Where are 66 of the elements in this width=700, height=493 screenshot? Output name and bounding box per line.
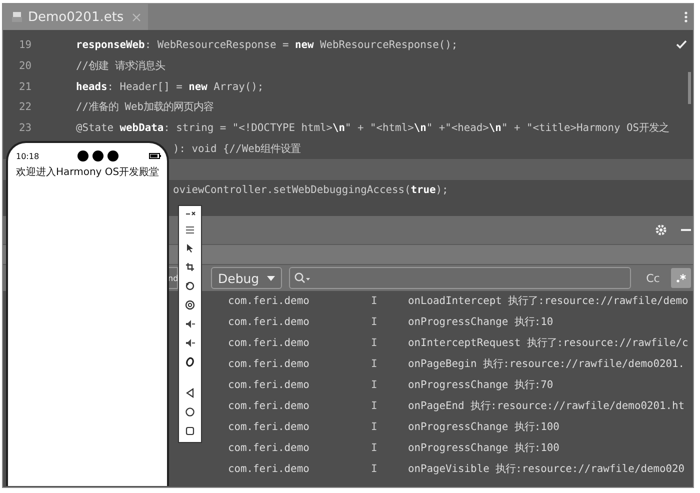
file-icon	[11, 11, 23, 23]
log-level: I	[371, 442, 378, 454]
line-number: 19	[18, 39, 33, 52]
log-level: I	[371, 400, 378, 412]
search-field[interactable]	[289, 267, 632, 289]
phone-screen[interactable]: 10:18 欢迎进入Harmony OS开发殿堂	[6, 141, 169, 486]
settings-icon[interactable]	[655, 224, 667, 236]
line-number: 21	[18, 80, 33, 93]
log-message: onPageVisible 执行:resource://rawfile/demo020	[408, 462, 686, 476]
more-icon[interactable]	[684, 11, 688, 23]
log-level: I	[371, 462, 378, 475]
log-package: com.feri.demo	[228, 379, 310, 391]
log-level-dropdown[interactable]: Debug	[211, 267, 282, 289]
log-package: com.feri.demo	[228, 358, 310, 370]
code-line: @State webData: string = "<!DOCTYPE html>\n" + "<html>\n" +"<head>\n" + "<title>Harmony OS开发之	[76, 121, 670, 136]
log-package: com.feri.demo	[228, 337, 310, 350]
cursor-icon[interactable]	[185, 243, 195, 253]
log-package: com.feri.demo	[228, 295, 310, 308]
log-level: I	[371, 337, 378, 350]
search-icon	[294, 272, 310, 284]
back-icon[interactable]	[185, 388, 195, 398]
code-line: //创建 请求消息头	[76, 59, 165, 74]
log-message: onProgressChange 执行:100	[408, 420, 560, 434]
log-package: com.feri.demo	[228, 462, 310, 475]
line-number: 22	[18, 101, 33, 114]
check-icon	[676, 40, 687, 49]
log-package: com.feri.demo	[228, 442, 310, 454]
code-line: responseWeb: WebResourceResponse = new WebResourceResponse();	[76, 39, 458, 52]
scrollbar-thumb[interactable]	[688, 72, 691, 104]
line-number: 23	[18, 122, 33, 134]
log-package: com.feri.demo	[228, 316, 310, 328]
line-number: 20	[18, 60, 33, 72]
log-message: onProgressChange 执行:10	[408, 315, 554, 330]
log-message: onPageEnd 执行:resource://rawfile/demo0201.ht	[408, 398, 686, 413]
home-icon[interactable]	[185, 407, 195, 417]
rotate-icon[interactable]	[185, 281, 195, 291]
regex-icon	[676, 273, 686, 283]
battery-icon	[149, 153, 161, 159]
code-line: ): void {//Web组件设置	[173, 142, 301, 156]
menu-icon[interactable]	[185, 226, 195, 234]
regex-toggle[interactable]	[670, 268, 691, 288]
log-package: com.feri.demo	[228, 400, 310, 412]
caret-icon	[267, 276, 276, 280]
log-package: com.feri.demo	[228, 420, 310, 433]
status-time: 10:18	[16, 152, 40, 160]
file-tab[interactable]: Demo0201.ets	[3, 4, 148, 30]
crop-icon[interactable]	[185, 262, 195, 272]
log-message: onProgressChange 执行:70	[408, 378, 554, 392]
log-message: onPageBegin 执行:resource://rawfile/demo0201.	[408, 357, 686, 372]
code-line: heads: Header[] = new Array();	[76, 80, 264, 93]
log-level: I	[371, 358, 378, 370]
minimize-icon[interactable]	[184, 209, 196, 217]
log-level: I	[371, 295, 378, 308]
page-text: 欢迎进入Harmony OS开发殿堂	[16, 166, 160, 179]
log-message: onLoadIntercept 执行了:resource://rawfile/demo	[408, 294, 690, 308]
code-line: oviewController.setWebDebuggingAccess(true);	[173, 184, 448, 196]
volume-down-icon[interactable]	[185, 338, 195, 348]
camera-dots-icon	[77, 150, 120, 162]
log-message: onInterceptRequest 执行了:resource://rawfile/c	[408, 336, 690, 350]
log-message: onProgressChange 执行:100	[408, 440, 560, 455]
recent-apps-icon[interactable]	[185, 426, 195, 436]
log-level: I	[371, 420, 378, 433]
match-case-toggle[interactable]: Cc	[642, 268, 664, 288]
code-line: //准备的 Web加载的网页内容	[76, 100, 214, 114]
log-level: I	[371, 379, 378, 391]
log-level: I	[371, 316, 378, 328]
